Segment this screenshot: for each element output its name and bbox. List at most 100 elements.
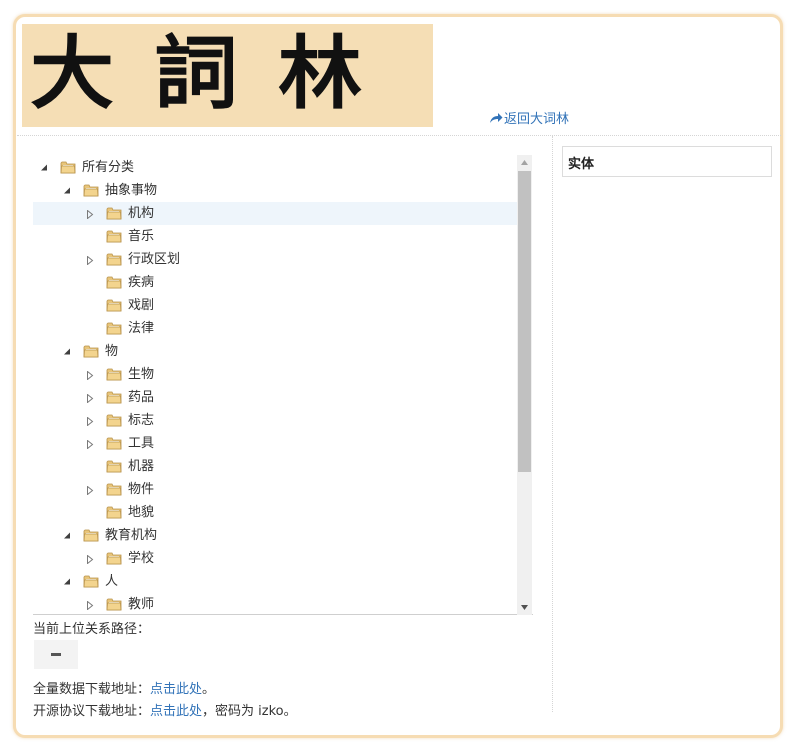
tree-node-label: 工具 [128,436,155,451]
folder-icon [106,252,122,266]
tree-node-label: 药品 [128,390,155,405]
triangle-right-icon[interactable] [85,416,95,426]
tree-node[interactable]: 机器 [33,455,517,478]
tree-node[interactable]: 音乐 [33,225,517,248]
scroll-up-arrow-icon [521,160,528,165]
triangle-down-icon[interactable] [62,186,72,196]
triangle-down-icon[interactable] [62,577,72,587]
tree-node[interactable]: 教育机构 [33,524,517,547]
entity-panel-title: 实体 [568,157,595,172]
logo-banner: 大詞林 [22,24,433,127]
folder-icon [106,367,122,381]
back-link-label: 返回大词林 [504,112,570,127]
tree-node-label: 疾病 [128,275,155,290]
folder-icon [106,482,122,496]
folder-icon [106,275,122,289]
tree-node[interactable]: 行政区划 [33,248,517,271]
tree-node-label: 行政区划 [128,252,181,267]
triangle-down-icon[interactable] [39,163,49,173]
folder-icon [106,390,122,404]
folder-icon [106,505,122,519]
folder-icon [106,597,122,611]
open-license-link[interactable]: 点击此处 [150,704,202,719]
tree-node-label: 物件 [128,482,155,497]
triangle-right-icon[interactable] [85,485,95,495]
tree-node-label: 教育机构 [105,528,158,543]
tree-node[interactable]: 药品 [33,386,517,409]
tree-node[interactable]: 工具 [33,432,517,455]
tree-node-label: 机器 [128,459,155,474]
scroll-down-arrow-icon [521,605,528,610]
tree-node[interactable]: 物 [33,340,517,363]
folder-icon [83,528,99,542]
tree-node-label: 生物 [128,367,155,382]
tree-node[interactable]: 教师 [33,593,517,614]
hypernym-path-label: 当前上位关系路径： [33,622,151,637]
tree-scrollbar[interactable] [517,155,532,615]
tree-node[interactable]: 人 [33,570,517,593]
full-data-label: 全量数据下载地址： [33,682,151,697]
tree-node-label: 物 [105,344,119,359]
open-license-download: 开源协议下载地址：点击此处，密码为 izko。 [33,700,297,719]
folder-icon [83,574,99,588]
tree-node[interactable]: 戏剧 [33,294,517,317]
header-divider [17,135,781,136]
folder-icon [106,206,122,220]
folder-icon [106,229,122,243]
tree-node-label: 地貌 [128,505,155,520]
scroll-down-button[interactable] [517,600,532,615]
full-data-link[interactable]: 点击此处 [150,682,202,697]
folder-icon [106,413,122,427]
triangle-right-icon[interactable] [85,439,95,449]
open-license-label: 开源协议下载地址： [33,704,151,719]
folder-icon [106,551,122,565]
tree-node[interactable]: 所有分类 [33,156,517,179]
tree-node-label: 戏剧 [128,298,155,313]
folder-icon [106,321,122,335]
triangle-right-icon[interactable] [85,255,95,265]
tree-node-label: 抽象事物 [105,183,158,198]
triangle-right-icon[interactable] [85,600,95,610]
tree-node-label: 音乐 [128,229,155,244]
folder-icon [106,298,122,312]
tree-node-label: 教师 [128,597,155,612]
tree-node[interactable]: 抽象事物 [33,179,517,202]
tree-node-label: 所有分类 [82,160,135,175]
triangle-down-icon[interactable] [62,347,72,357]
open-license-suffix: ，密码为 izko。 [202,704,297,719]
logo: 大詞林 [30,26,403,121]
tree-node[interactable]: 地貌 [33,501,517,524]
triangle-down-icon[interactable] [62,531,72,541]
tree-node[interactable]: 学校 [33,547,517,570]
tree-node-label: 法律 [128,321,155,336]
tree-node-label: 标志 [128,413,155,428]
full-data-suffix: 。 [202,682,216,697]
empty-path-dash [51,653,61,656]
tree-node[interactable]: 标志 [33,409,517,432]
tree-node[interactable]: 生物 [33,363,517,386]
folder-icon [83,183,99,197]
tree-node[interactable]: 物件 [33,478,517,501]
tree-node[interactable]: 机构 [33,202,517,225]
hypernym-path-value [34,640,78,669]
triangle-right-icon[interactable] [85,209,95,219]
tree-node[interactable]: 法律 [33,317,517,340]
scroll-up-button[interactable] [517,155,532,170]
share-arrow-icon [490,113,503,123]
scroll-thumb[interactable] [518,171,531,472]
back-to-home-link[interactable]: 返回大词林 [489,108,569,127]
tree-node-label: 机构 [128,206,155,221]
triangle-right-icon[interactable] [85,370,95,380]
tree-node[interactable]: 疾病 [33,271,517,294]
folder-icon [60,160,76,174]
category-tree[interactable]: 所有分类抽象事物机构音乐行政区划疾病戏剧法律物生物药品标志工具机器物件地貌教育机… [33,155,533,615]
entity-panel: 实体 [562,146,772,177]
folder-icon [106,436,122,450]
triangle-right-icon[interactable] [85,393,95,403]
full-data-download: 全量数据下载地址：点击此处。 [33,678,215,697]
folder-icon [83,344,99,358]
triangle-right-icon[interactable] [85,554,95,564]
tree-node-label: 人 [105,574,119,589]
column-divider [552,136,553,712]
tree-node-label: 学校 [128,551,155,566]
